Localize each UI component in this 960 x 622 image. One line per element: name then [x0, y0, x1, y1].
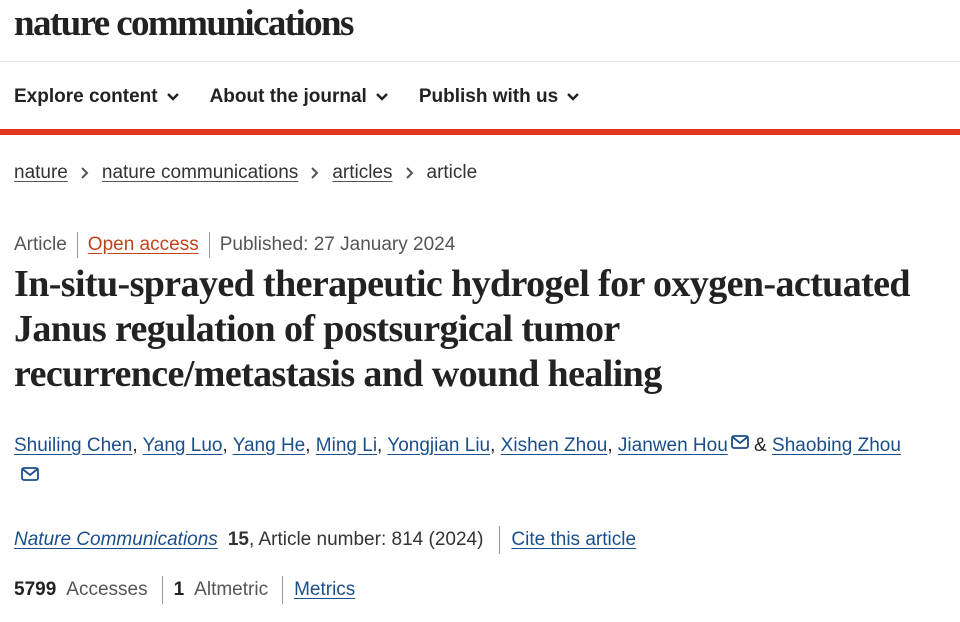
chevron-right-icon [405, 166, 415, 180]
mail-icon[interactable] [730, 428, 749, 460]
citation-divider [499, 526, 501, 554]
author-link[interactable]: Shaobing Zhou [772, 435, 901, 456]
nav-label: Explore content [14, 86, 158, 107]
altmetric-count: 1 [173, 579, 185, 600]
altmetric-label: Altmetric [194, 579, 269, 600]
accent-bar [0, 129, 960, 135]
chevron-right-icon [80, 166, 90, 180]
nav-about-journal[interactable]: About the journal [210, 86, 389, 108]
chevron-down-icon [166, 93, 179, 101]
accesses-label: Accesses [66, 579, 148, 600]
nav-explore-content[interactable]: Explore content [14, 86, 180, 108]
header-divider [0, 61, 960, 62]
article-title: In-situ-sprayed therapeutic hydrogel for… [14, 263, 911, 395]
breadcrumb: nature nature communications articles ar… [14, 162, 477, 184]
breadcrumb-nature-communications[interactable]: nature communications [102, 162, 298, 184]
journal-link[interactable]: Nature Communications [14, 529, 218, 551]
author-joiner: & [754, 435, 767, 456]
author-link[interactable]: Yang Luo [143, 435, 223, 456]
nav-label: Publish with us [418, 86, 559, 107]
chevron-right-icon [310, 166, 320, 180]
metrics-bar: 5799 Accesses 1 Altmetric Metrics [14, 576, 355, 604]
cite-this-article-link[interactable]: Cite this article [511, 529, 636, 551]
author-link[interactable]: Yongjian Liu [387, 435, 490, 456]
chevron-down-icon [567, 93, 580, 101]
article-number: , Article number: 814 (2024) [248, 529, 484, 550]
metrics-link[interactable]: Metrics [294, 579, 355, 601]
site-logo[interactable]: nature communications [14, 0, 354, 48]
author-link[interactable]: Ming Li [316, 435, 377, 456]
author-link[interactable]: Shuiling Chen [14, 435, 132, 456]
nav-label: About the journal [209, 86, 367, 107]
breadcrumb-nature[interactable]: nature [14, 162, 68, 184]
breadcrumb-articles[interactable]: articles [332, 162, 392, 184]
accesses-count: 5799 [14, 579, 57, 600]
author-list: Shuiling Chen, Yang Luo, Yang He, Ming L… [14, 428, 944, 462]
article-meta: Article Open access Published: 27 Januar… [14, 232, 455, 258]
metrics-divider [282, 576, 284, 604]
mail-icon[interactable] [21, 467, 39, 486]
nav-publish-with-us[interactable]: Publish with us [419, 86, 580, 108]
meta-divider [76, 232, 78, 258]
open-access-link[interactable]: Open access [88, 234, 199, 256]
author-link[interactable]: Yang He [233, 435, 306, 456]
volume-number: 15 [227, 529, 249, 550]
logo-text[interactable]: nature communications [14, 0, 354, 48]
citation-line: Nature Communications 15 , Article numbe… [14, 526, 636, 554]
author-link[interactable]: Jianwen Hou [618, 435, 728, 456]
chevron-down-icon [375, 93, 388, 101]
meta-divider [208, 232, 210, 258]
article-type: Article [14, 234, 67, 255]
author-link[interactable]: Xishen Zhou [501, 435, 608, 456]
main-nav: Explore content About the journal Publis… [14, 80, 610, 114]
published-date: Published: 27 January 2024 [219, 234, 456, 255]
breadcrumb-current: article [426, 162, 478, 183]
metrics-divider [161, 576, 163, 604]
